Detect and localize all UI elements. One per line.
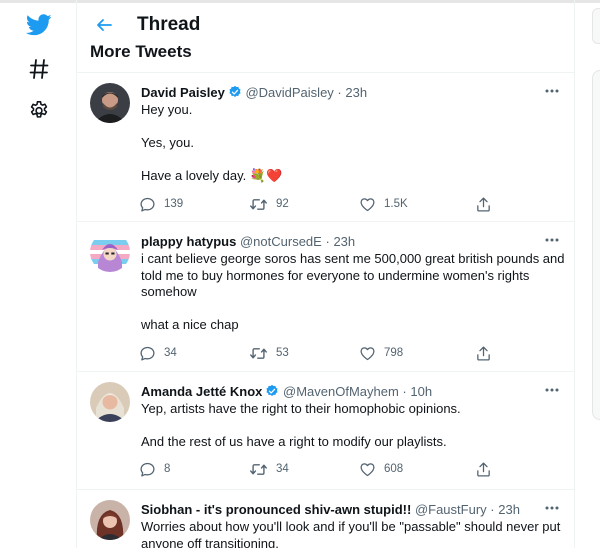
share-icon [477,196,490,212]
more-options-button[interactable] [541,382,563,398]
tweet-actions: 8 34 608 [139,460,499,478]
display-name[interactable]: Amanda Jetté Knox [141,384,262,399]
retweet-count: 34 [276,463,289,475]
more-options-button[interactable] [541,83,563,99]
left-nav-rail [0,0,76,548]
retweet-button[interactable]: 34 [249,460,289,478]
tweet-header: Amanda Jetté Knox @MavenOfMayhem · 10h [141,384,541,400]
separator-dot: · [490,502,495,517]
reply-icon [140,197,155,212]
reply-count: 139 [164,198,184,210]
avatar[interactable] [90,382,130,422]
thread-column: Thread More Tweets David Paisley @DavidP… [76,0,575,548]
tweet-line: Worries about how you'll look and if you… [141,519,561,548]
timestamp[interactable]: 23h [498,502,520,517]
timestamp[interactable]: 10h [410,384,432,399]
more-dots-icon [545,506,559,510]
share-button[interactable] [475,195,500,213]
share-button[interactable] [475,460,500,478]
user-handle[interactable]: @DavidPaisley [245,85,333,100]
avatar[interactable] [90,500,130,540]
search-box-edge[interactable] [592,8,600,44]
retweet-icon [250,347,267,359]
retweet-icon [250,463,267,475]
tweet-actions: 34 53 798 [139,344,499,362]
like-count: 608 [384,463,404,475]
retweet-button[interactable]: 53 [249,344,289,362]
timestamp[interactable]: 23h [345,85,367,100]
gear-icon[interactable] [24,96,54,126]
share-icon [477,461,490,477]
tweet-line: Yes, you. [141,135,195,150]
timestamp[interactable]: 23h [333,234,355,249]
avatar[interactable] [90,83,130,123]
verified-badge-icon [266,384,278,396]
more-dots-icon [545,238,559,242]
tweet-card[interactable]: David Paisley @DavidPaisley · 23h Hey yo… [77,73,574,222]
retweet-icon [250,198,267,210]
tweet-card[interactable]: Siobhan - it's pronounced shiv-awn stupi… [77,490,574,548]
display-name[interactable]: David Paisley [141,85,225,100]
more-options-button[interactable] [541,500,563,516]
reply-count: 8 [164,463,171,475]
tweet-text: Yep, artists have the right to their hom… [141,401,566,451]
like-icon [360,346,375,360]
like-count: 1.5K [384,198,408,210]
retweet-count: 53 [276,347,289,359]
avatar[interactable] [90,232,130,272]
separator-dot: · [402,384,407,399]
reply-count: 34 [164,347,177,359]
reply-icon [140,346,155,361]
share-icon [477,345,490,361]
like-icon [360,197,375,211]
tweet-line: And the rest of us have a right to modif… [141,434,447,449]
more-options-button[interactable] [541,232,563,248]
reply-button[interactable]: 139 [139,195,183,213]
tweet-header: Siobhan - it's pronounced shiv-awn stupi… [141,502,541,518]
tweet-card[interactable]: plappy hatypus @notCursedE · 23h i cant … [77,222,574,372]
tweet-header: plappy hatypus @notCursedE · 23h [141,234,541,250]
user-handle[interactable]: @FaustFury [415,502,487,517]
page-title: Thread [137,14,201,35]
thread-header: Thread [77,8,574,42]
tweet-text: Worries about how you'll look and if you… [141,519,566,548]
hashtag-icon[interactable] [24,54,54,84]
like-button[interactable]: 608 [359,460,403,478]
like-count: 798 [384,347,404,359]
separator-dot: · [337,85,342,100]
more-dots-icon [545,89,559,93]
retweet-count: 92 [276,198,289,210]
tweet-actions: 139 92 1.5K [139,195,499,213]
verified-badge-icon [229,85,241,97]
section-title: More Tweets [90,42,192,61]
tweet-line: Have a lovely day. 💐❤️ [141,168,283,183]
reply-icon [140,462,155,477]
sidebar-card-edge [592,70,600,420]
tweet-line: Hey you. [141,102,193,117]
back-arrow-icon [97,19,112,31]
tweet-line: i cant believe george soros has sent me … [141,251,565,299]
back-button[interactable] [89,10,119,40]
reply-button[interactable]: 34 [139,344,177,362]
display-name[interactable]: Siobhan - it's pronounced shiv-awn stupi… [141,502,411,517]
tweet-card[interactable]: Amanda Jetté Knox @MavenOfMayhem · 10h Y… [77,372,574,490]
share-button[interactable] [475,344,500,362]
twitter-bird-icon[interactable] [24,10,54,40]
tweet-text: Hey you. Yes, you. Have a lovely day. 💐❤… [141,102,566,185]
like-button[interactable]: 1.5K [359,195,408,213]
like-icon [360,462,375,476]
tweet-line: what a nice chap [141,317,239,332]
separator-dot: · [325,234,330,249]
more-dots-icon [545,388,559,392]
user-handle[interactable]: @MavenOfMayhem [283,384,399,399]
user-handle[interactable]: @notCursedE [240,234,322,249]
tweet-text: i cant believe george soros has sent me … [141,251,566,334]
tweet-header: David Paisley @DavidPaisley · 23h [141,85,541,101]
retweet-button[interactable]: 92 [249,195,289,213]
tweet-line: Yep, artists have the right to their hom… [141,401,461,416]
display-name[interactable]: plappy hatypus [141,234,236,249]
right-sidebar-edge [592,0,600,548]
reply-button[interactable]: 8 [139,460,170,478]
like-button[interactable]: 798 [359,344,403,362]
